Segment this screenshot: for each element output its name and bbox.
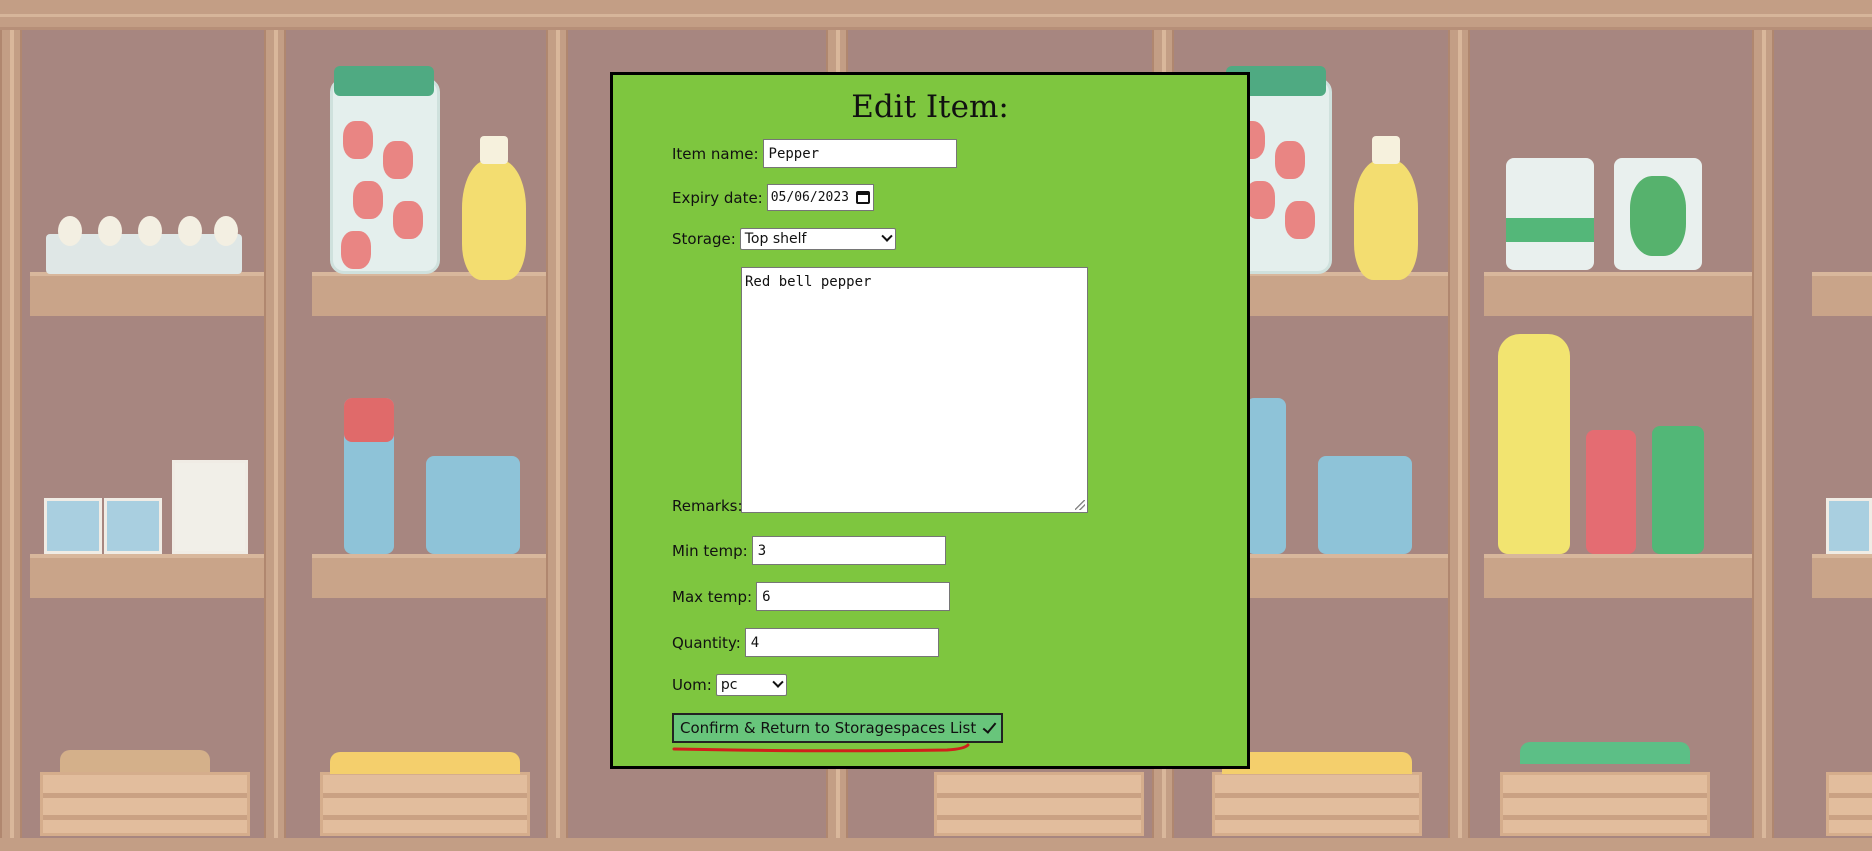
mushroom-jar-image	[1506, 158, 1594, 270]
remarks-value: Red bell pepper	[745, 274, 872, 290]
expiry-date-row: Expiry date: 05/06/2023	[672, 184, 874, 211]
spray-can-image	[1246, 398, 1286, 554]
storage-row: Storage: Top shelf	[672, 228, 896, 250]
expiry-date-label: Expiry date:	[672, 188, 763, 207]
jar-label-image	[1506, 218, 1594, 242]
remarks-textarea[interactable]: Red bell pepper	[741, 267, 1088, 513]
remarks-label: Remarks:	[672, 497, 743, 515]
quantity-input[interactable]: 4	[744, 628, 939, 657]
shelf-post	[0, 30, 22, 838]
egg-carton-image	[46, 216, 242, 274]
max-temp-input[interactable]: 6	[756, 582, 951, 611]
uom-label: Uom:	[672, 676, 712, 694]
max-temp-value: 6	[762, 588, 771, 605]
shelf-post	[1448, 30, 1470, 838]
expiry-date-value: 05/06/2023	[770, 190, 850, 205]
carrot-crate-image	[1212, 772, 1422, 836]
max-temp-label: Max temp:	[672, 587, 753, 606]
carrot-crate-image	[320, 772, 530, 836]
jar-lid-image	[334, 66, 434, 96]
bottle-cap-image	[480, 136, 508, 164]
min-temp-input[interactable]: 3	[751, 536, 946, 565]
tin-can-image	[426, 456, 520, 554]
max-temp-row: Max temp: 6	[672, 582, 951, 611]
oil-bottle-image	[462, 160, 526, 280]
calendar-icon[interactable]	[855, 191, 870, 204]
quantity-value: 4	[750, 634, 760, 651]
storage-select[interactable]: Top shelf	[739, 228, 896, 250]
spray-cap-image	[344, 398, 394, 442]
potato-crate-image	[40, 772, 250, 836]
shelf-board	[1812, 272, 1872, 316]
beer-can-image	[1652, 426, 1704, 554]
shelf-post	[264, 30, 286, 838]
min-temp-label: Min temp:	[672, 541, 748, 560]
expiry-date-input[interactable]: 05/06/2023	[766, 184, 874, 211]
uom-select[interactable]: pc	[715, 674, 787, 696]
shelf-board	[30, 554, 264, 598]
shelf-board	[1484, 554, 1752, 598]
top-beam	[0, 0, 1872, 30]
shelf-post	[546, 30, 568, 838]
soda-can-image	[1586, 430, 1636, 554]
carrots-image	[1222, 752, 1412, 774]
tin-can-image	[1318, 456, 1412, 554]
uom-row: Uom: pc	[672, 674, 787, 696]
edit-item-form: Edit Item: Item name: Pepper Expiry date…	[610, 72, 1250, 769]
uom-selected: pc	[720, 677, 738, 693]
confirm-return-button[interactable]: Confirm & Return to Storagespaces List	[672, 713, 1004, 743]
bottom-beam	[0, 838, 1872, 851]
item-name-row: Item name: Pepper	[672, 139, 957, 168]
item-name-input[interactable]: Pepper	[762, 139, 957, 168]
greens-image	[1520, 742, 1690, 764]
quantity-row: Quantity: 4	[672, 628, 939, 657]
resize-handle-icon[interactable]	[1075, 500, 1085, 510]
remarks-row: Remarks:	[672, 497, 747, 515]
shelf-board	[312, 554, 546, 598]
shelf-board	[30, 272, 264, 316]
yogurt-cup-image	[44, 498, 102, 554]
crate-image	[934, 772, 1144, 836]
juice-bottle-image	[1498, 334, 1570, 554]
cup-image	[172, 460, 248, 554]
storage-selected: Top shelf	[744, 231, 807, 247]
carrots-image	[330, 752, 520, 774]
yogurt-cup-image	[104, 498, 162, 554]
shelf-board	[1484, 272, 1752, 316]
min-temp-row: Min temp: 3	[672, 536, 946, 565]
crate-image	[1826, 772, 1872, 836]
bottle-cap-image	[1372, 136, 1400, 164]
item-name-label: Item name:	[672, 144, 759, 163]
check-icon	[982, 718, 997, 734]
shelf-post	[1752, 30, 1774, 838]
form-title: Edit Item:	[851, 89, 1009, 125]
storage-label: Storage:	[672, 230, 736, 248]
chevron-down-icon	[772, 676, 784, 688]
potatoes-image	[60, 750, 210, 772]
yogurt-cup-image	[1826, 498, 1872, 554]
annotation-underline	[672, 743, 970, 753]
tomato-jar-image	[330, 78, 440, 274]
min-temp-value: 3	[757, 542, 767, 559]
item-name-value: Pepper	[768, 145, 820, 162]
pickle-image	[1630, 176, 1686, 256]
confirm-return-label: Confirm & Return to Storagespaces List	[680, 719, 977, 737]
greens-crate-image	[1500, 772, 1710, 836]
shelf-board	[1812, 554, 1872, 598]
oil-bottle-image	[1354, 160, 1418, 280]
quantity-label: Quantity:	[672, 633, 741, 652]
chevron-down-icon	[881, 230, 893, 242]
